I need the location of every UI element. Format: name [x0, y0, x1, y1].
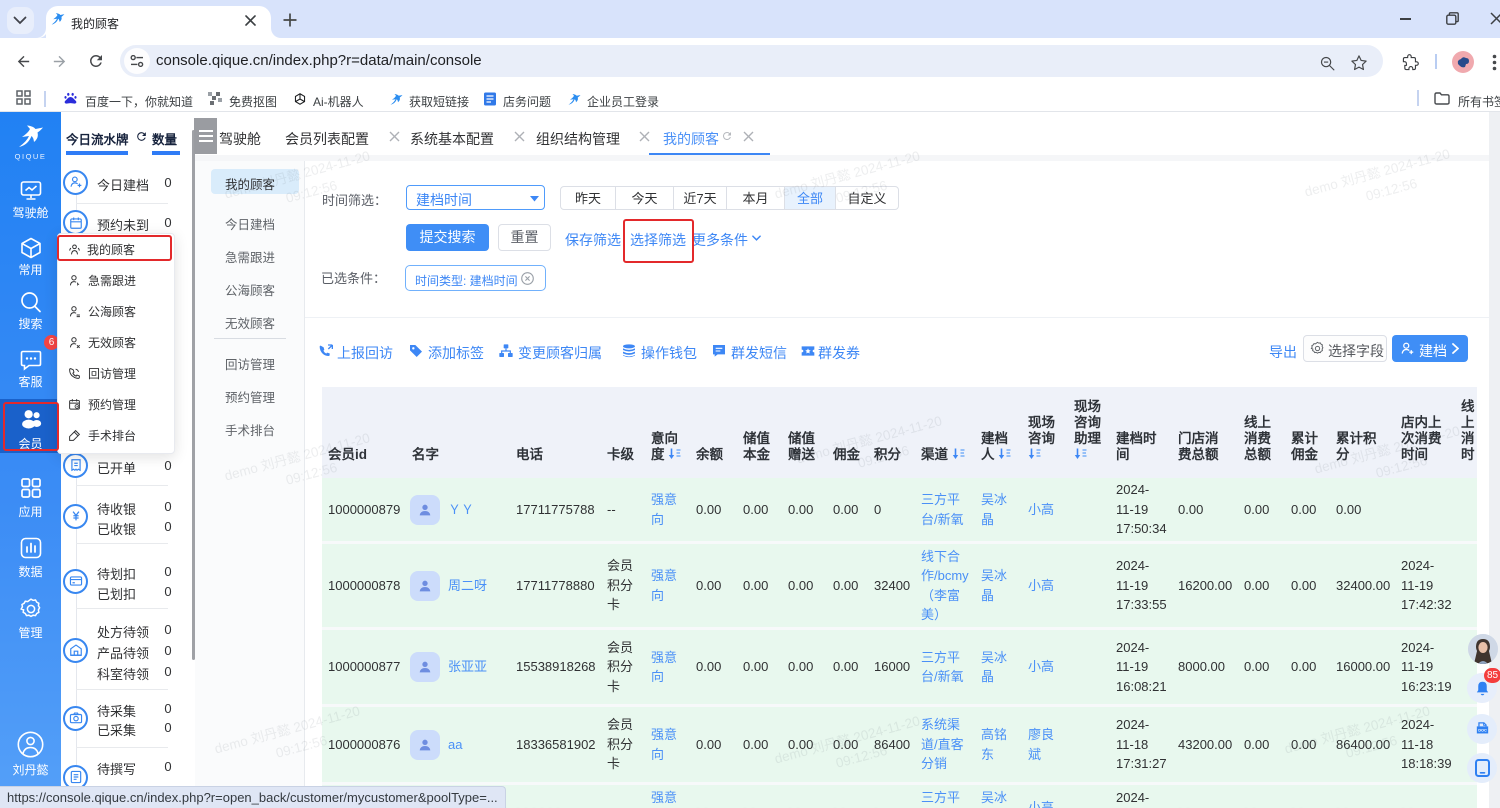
svg-text:DOC: DOC [1478, 728, 1487, 733]
